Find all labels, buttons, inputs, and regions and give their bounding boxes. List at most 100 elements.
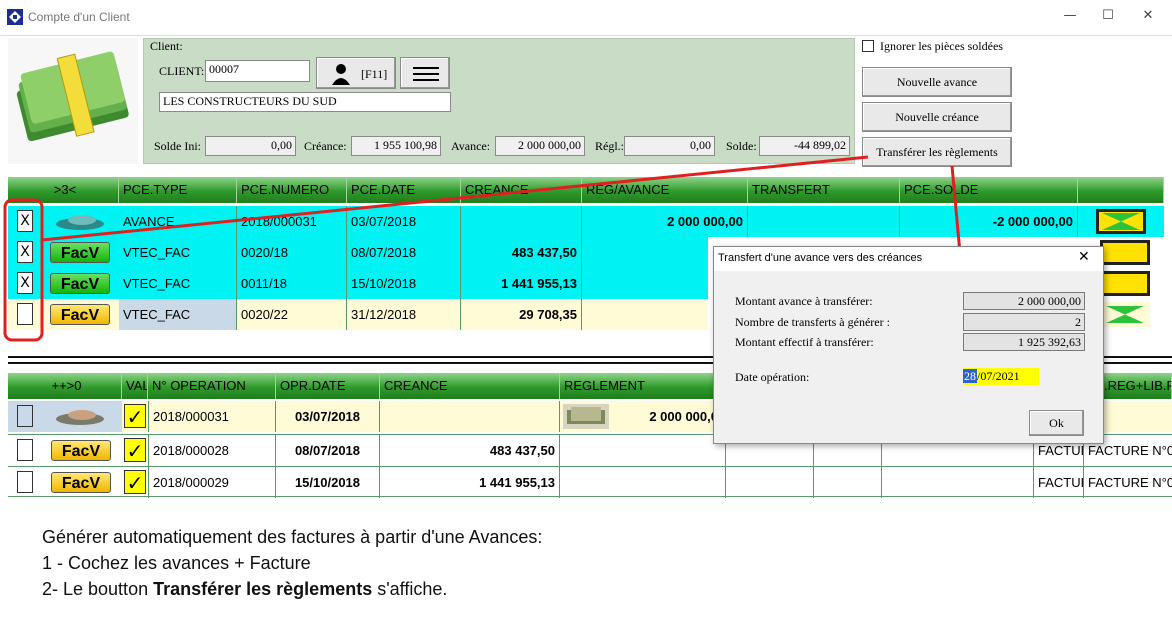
col-header-transfert[interactable]: TRANSFERT [748,177,900,203]
col-header-reg-avance[interactable]: REG/AVANCE [582,177,748,203]
row-checkbox[interactable]: X [17,210,33,232]
cell-numero: 0020/22 [237,299,347,330]
table-row[interactable]: X FacV VTEC_FAC 0020/18 08/07/2018 483 4… [8,237,708,268]
window-controls: — ☐ ✕ [1055,0,1172,36]
date-operation-field[interactable]: 28/07/2021 [963,368,1039,385]
money-bills-icon [563,404,609,429]
cell-reglement: 2 000 000,0 [649,409,718,424]
close-button[interactable]: ✕ [1133,8,1163,26]
caption-line-3-prefix: 2- Le boutton [42,579,154,599]
cell-empty [882,467,1034,498]
client-name-field[interactable]: LES CONSTRUCTEURS DU SUD [159,92,451,112]
cell-operation: 2018/000029 [148,467,276,498]
maximize-button[interactable]: ☐ [1093,8,1123,26]
transfer-dialog: Transfert d'une avance vers des créances… [713,246,1104,444]
instruction-caption: Générer automatiquement des factures à p… [42,524,542,602]
hourglass-icon[interactable] [1096,209,1146,234]
col-header-count[interactable]: >3< [8,177,119,203]
cell-creance [461,206,582,237]
ignore-checkbox[interactable] [862,40,874,52]
money-stack-icon [16,51,129,142]
col-header-creance[interactable]: CREANCE [380,373,560,399]
facv-badge: FacV [50,242,110,263]
row-checkbox[interactable]: X [17,241,33,263]
col-header-reg-lib[interactable]: .REG+LIB.R [1100,373,1172,399]
nouvelle-avance-button[interactable]: Nouvelle avance [862,67,1012,97]
val-checkbox[interactable]: ✓ [124,404,146,429]
table-row[interactable]: FacV VTEC_FAC 0020/22 31/12/2018 29 708,… [8,299,708,330]
cell-numero: 0011/18 [237,268,347,299]
col-header-pce-solde[interactable]: PCE.SOLDE [900,177,1078,203]
client-code-field[interactable]: 00007 [205,60,310,82]
cell-creance: 483 437,50 [461,237,582,268]
transferer-reglements-button[interactable]: Transférer les règlements [862,137,1012,167]
cell-type: AVANCE [119,206,237,237]
facv-badge: FacV [51,472,111,493]
col-header-pce-type[interactable]: PCE.TYPE [119,177,237,203]
f11-label: [F11] [361,67,388,81]
col-header-val[interactable]: VAL [122,373,148,399]
col-header-opr-date[interactable]: OPR.DATE [276,373,380,399]
col-header-creance[interactable]: CREANCE [461,177,582,203]
col-header-operation[interactable]: N° OPERATION [148,373,276,399]
avance-field: 2 000 000,00 [495,136,585,156]
row-checkbox[interactable] [17,439,33,461]
cell-creance: 1 441 955,13 [461,268,582,299]
cell-date: 03/07/2018 [347,206,461,237]
menu-button[interactable] [400,57,450,89]
creance-label: Créance: [304,139,347,153]
solde-ini-field: 0,00 [205,136,296,156]
cell-reg-avance: 2 000 000,00 [582,206,748,237]
cell-opr-date: 08/07/2018 [276,435,380,466]
solde-ini-label: Solde Ini: [154,139,201,153]
client-lookup-button[interactable]: [F11] [316,57,396,89]
nouvelle-creance-button[interactable]: Nouvelle créance [862,102,1012,132]
hourglass-icon[interactable] [1100,240,1150,296]
cell-transfert [748,206,900,237]
cell-opr-date: 03/07/2018 [276,401,380,432]
nombre-field[interactable]: 2 [963,313,1085,331]
cell-creance [380,401,560,432]
row-checkbox[interactable] [17,303,33,325]
cell-date: 08/07/2018 [347,237,461,268]
dialog-title-bar: Transfert d'une avance vers des créances… [714,247,1103,271]
cell-empty [726,467,814,498]
cell-date: 31/12/2018 [347,299,461,330]
facv-badge: FacV [50,273,110,294]
val-checkbox[interactable]: ✓ [124,438,146,463]
row-checkbox[interactable]: X [17,272,33,294]
minimize-button[interactable]: — [1055,8,1085,26]
col-header-pce-numero[interactable]: PCE.NUMERO [237,177,347,203]
regl-label: Régl.: [595,139,624,153]
app-icon [7,9,23,25]
row-checkbox[interactable] [17,471,33,493]
client-code-label: CLIENT: [159,64,205,78]
table-row[interactable]: X AVANCE 2018/000031 03/07/2018 2 000 00… [8,206,1164,237]
cell-creance: 29 708,35 [461,299,582,330]
cell-empty [814,467,882,498]
dialog-close-icon[interactable]: ✕ [1078,249,1090,265]
caption-line-2: 1 - Cochez les avances + Facture [42,553,311,573]
table-row[interactable]: FacV ✓ 2018/000029 15/10/2018 1 441 955,… [8,466,1172,498]
cell-type: VTEC_FAC [119,268,237,299]
cell-type[interactable]: VTEC_FAC [119,299,237,330]
caption-line-3-bold: Transférer les règlements [153,579,373,599]
regl-field: 0,00 [624,136,715,156]
row-checkbox[interactable] [17,405,33,427]
hamburger-icon [413,67,439,81]
cell-creance: 483 437,50 [380,435,560,466]
solde-field: -44 899,02 [759,136,850,156]
table-row[interactable]: X FacV VTEC_FAC 0011/18 15/10/2018 1 441… [8,268,708,299]
caption-line-1: Générer automatiquement des factures à p… [42,527,543,547]
ok-button[interactable]: Ok [1029,410,1084,436]
col-header-pce-date[interactable]: PCE.DATE [347,177,461,203]
cell-operation: 2018/000028 [148,435,276,466]
val-checkbox[interactable]: ✓ [124,470,146,495]
effectif-label: Montant effectif à transférer: [735,335,874,349]
facv-badge: FacV [51,440,111,461]
cell-opr-date: 15/10/2018 [276,467,380,498]
hourglass-icon[interactable] [1100,302,1150,327]
col-header-count[interactable]: ++>0 [8,373,122,399]
solde-label: Solde: [726,139,757,153]
cell-reglement [560,467,726,498]
